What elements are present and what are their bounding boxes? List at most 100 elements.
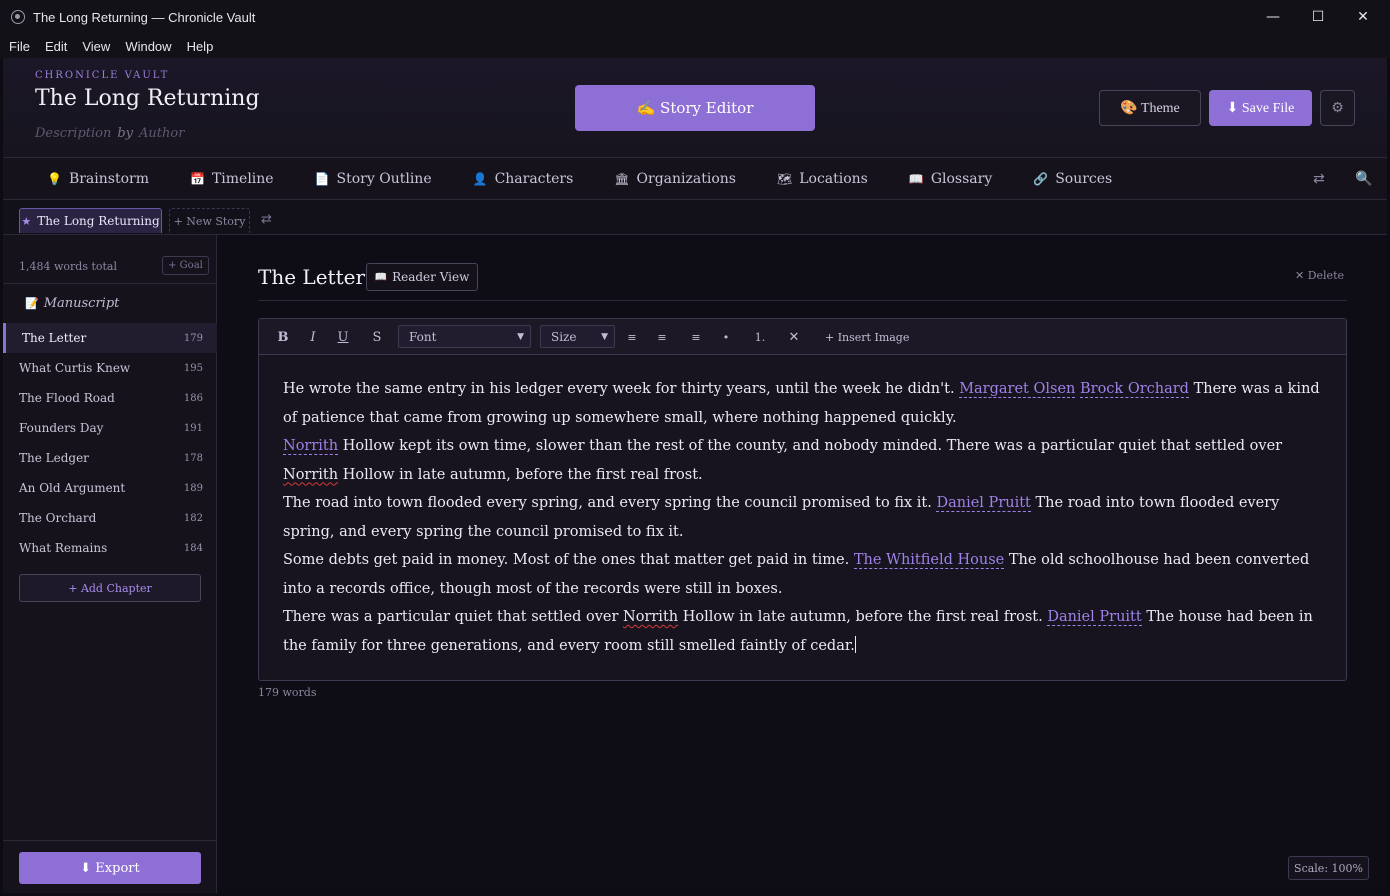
by-label: by [117, 126, 134, 141]
menu-window[interactable]: Window [125, 39, 171, 54]
tab-timeline[interactable]: 📅 Timeline [190, 171, 274, 187]
entity-reference-link[interactable]: Daniel Pruitt [1047, 609, 1142, 626]
chapter-title: What Curtis Knew [19, 361, 131, 375]
text-run: The road into town flooded every spring,… [283, 495, 937, 511]
close-button[interactable]: ✕ [1340, 0, 1386, 34]
numbered-list-icon[interactable]: 1. [749, 319, 771, 355]
align-left-icon[interactable]: ≡ [623, 319, 641, 355]
tab-characters[interactable]: 👤 Characters [473, 171, 574, 187]
underline-button[interactable]: U [333, 319, 353, 355]
chapter-title: The Orchard [19, 511, 97, 525]
tab-organizations[interactable]: 🏛 Organizations [614, 171, 736, 187]
swap-stories-icon[interactable]: ⇄ [261, 212, 272, 227]
bullet-list-icon[interactable]: • [717, 319, 735, 355]
entity-reference-link[interactable]: Norrith [283, 438, 339, 455]
maximize-button[interactable]: ☐ [1295, 0, 1341, 34]
size-select[interactable]: Size ▼ [540, 325, 615, 348]
tab-locations[interactable]: 🗺 Locations [777, 171, 868, 187]
section-nav: 💡 Brainstorm 📅 Timeline 📄 Story Outline 👤 Ch… [3, 158, 1387, 200]
clear-format-icon[interactable]: ✕ [785, 319, 803, 355]
text-caret [854, 635, 856, 653]
reader-view-button[interactable]: 📖 Reader View [366, 263, 478, 291]
chapter-title: An Old Argument [19, 481, 126, 495]
swap-icon[interactable]: ⇄ [1313, 158, 1325, 200]
minimize-button[interactable]: — [1250, 0, 1296, 34]
tab-label: Locations [799, 170, 868, 187]
memo-icon: 📝 [25, 297, 39, 310]
entity-reference-link[interactable]: Brock Orchard [1079, 381, 1189, 398]
text-run: Hollow kept its own time, slower than th… [338, 438, 1283, 454]
chapter-item-the-flood-road[interactable]: The Flood Road 186 [3, 383, 217, 413]
chapter-heading[interactable]: The Letter [258, 265, 365, 289]
tab-sources[interactable]: 🔗 Sources [1033, 171, 1112, 187]
divider [3, 840, 217, 841]
entity-reference-link[interactable]: Margaret Olsen [959, 381, 1076, 398]
chapter-item-what-curtis-knew[interactable]: What Curtis Knew 195 [3, 353, 217, 383]
save-file-button[interactable]: ⬇ Save File [1209, 90, 1312, 126]
search-icon[interactable]: 🔍 [1355, 158, 1372, 200]
tab-brainstorm[interactable]: 💡 Brainstorm [47, 171, 149, 187]
tab-glossary[interactable]: 📖 Glossary [909, 171, 992, 187]
star-icon: ★ [21, 214, 32, 228]
bold-button[interactable]: B [273, 319, 293, 355]
new-story-tab[interactable]: + New Story [169, 208, 250, 233]
menu-file[interactable]: File [9, 39, 30, 54]
editor-paragraph[interactable]: He wrote the same entry in his ledger ev… [283, 375, 1323, 432]
chapter-item-an-old-argument[interactable]: An Old Argument 189 [3, 473, 217, 503]
align-right-icon[interactable]: ≡ [687, 319, 705, 355]
scale-indicator[interactable]: Scale: 100% [1288, 856, 1369, 880]
goal-button[interactable]: + Goal [162, 256, 209, 275]
add-chapter-button[interactable]: + Add Chapter [19, 574, 201, 602]
entity-reference-link[interactable]: The Whitfield House [853, 552, 1005, 569]
editor-paragraph[interactable]: Some debts get paid in money. Most of th… [283, 546, 1323, 603]
person-icon: 👤 [472, 171, 488, 186]
tab-story-outline[interactable]: 📄 Story Outline [315, 171, 432, 187]
story-title[interactable]: The Long Returning [35, 86, 260, 111]
text-run: He wrote the same entry in his ledger ev… [283, 381, 960, 397]
divider [3, 283, 217, 284]
document-icon: 📄 [314, 171, 330, 186]
menubar: File Edit View Window Help [0, 34, 1390, 58]
menu-edit[interactable]: Edit [45, 39, 67, 54]
author-field[interactable]: Author [139, 126, 184, 141]
entity-reference-link[interactable]: Daniel Pruitt [936, 495, 1031, 512]
description-field[interactable]: Description [35, 126, 111, 141]
chapter-item-the-letter[interactable]: The Letter 179 [3, 323, 217, 353]
chapter-sidebar: 1,484 words total + Goal 📝 Manuscript The… [3, 235, 217, 893]
tab-label: Organizations [636, 170, 736, 187]
chapter-word-count: 179 words [258, 686, 317, 699]
chapter-word-count: 178 [183, 452, 203, 464]
story-editor-button[interactable]: ✍ Story Editor [575, 85, 815, 131]
menu-help[interactable]: Help [187, 39, 214, 54]
manuscript-label: Manuscript [43, 296, 120, 311]
editor-paragraph[interactable]: Norrith Hollow kept its own time, slower… [283, 432, 1323, 489]
menu-view[interactable]: View [82, 39, 110, 54]
delete-chapter-button[interactable]: ✕ Delete [1295, 269, 1344, 282]
chapter-word-count: 189 [183, 482, 203, 494]
words-total: 1,484 words total [19, 260, 118, 273]
misspelled-word[interactable]: Norrith [283, 467, 338, 483]
chapter-word-count: 184 [183, 542, 203, 554]
italic-button[interactable]: I [303, 319, 323, 355]
manuscript-heading: 📝 Manuscript [25, 296, 119, 311]
chapter-item-the-orchard[interactable]: The Orchard 182 [3, 503, 217, 533]
reader-view-label: Reader View [392, 270, 470, 284]
chapter-item-founders-day[interactable]: Founders Day 191 [3, 413, 217, 443]
editor-paragraph[interactable]: There was a particular quiet that settle… [283, 603, 1323, 660]
misspelled-word[interactable]: Norrith [623, 609, 678, 625]
font-select[interactable]: Font ▼ [398, 325, 531, 348]
story-tab-active[interactable]: ★ The Long Returning [19, 208, 162, 233]
theme-button[interactable]: 🎨 Theme [1099, 90, 1201, 126]
settings-gear-icon[interactable]: ⚙ [1320, 90, 1355, 126]
strikethrough-button[interactable]: S [367, 319, 387, 355]
chapter-item-what-remains[interactable]: What Remains 184 [3, 533, 217, 563]
editor-content[interactable]: He wrote the same entry in his ledger ev… [283, 375, 1323, 660]
text-run: Hollow in late autumn, before the first … [338, 466, 703, 483]
chevron-down-icon: ▼ [601, 331, 608, 342]
export-button[interactable]: ⬇ Export [19, 852, 201, 884]
align-center-icon[interactable]: ≡ [653, 319, 671, 355]
chapter-item-the-ledger[interactable]: The Ledger 178 [3, 443, 217, 473]
editor-paragraph[interactable]: The road into town flooded every spring,… [283, 489, 1323, 546]
story-tab-label: The Long Returning [37, 214, 160, 228]
insert-image-button[interactable]: + Insert Image [825, 319, 909, 355]
